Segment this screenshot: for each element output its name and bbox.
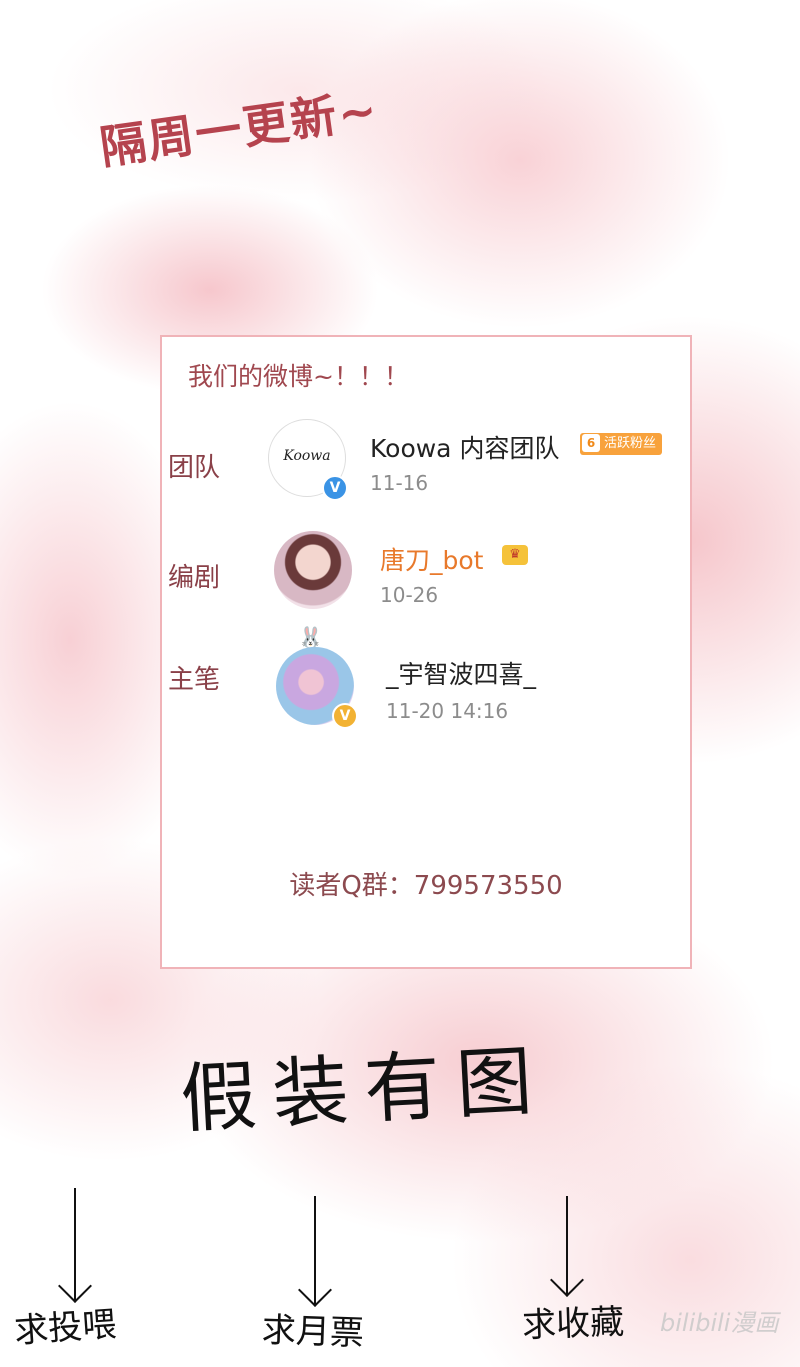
post-date: 11-16	[370, 471, 429, 495]
koowa-logo-text: Koowa	[283, 448, 331, 464]
fan-level-badge: 6 活跃粉丝	[580, 433, 663, 455]
role-label-writer: 编剧	[168, 563, 221, 593]
weibo-entry-team[interactable]: Koowa V Koowa 内容团队 11-16	[258, 405, 582, 509]
weibo-entry-writer[interactable]: 唐刀_bot ♛ 10-26	[266, 517, 548, 621]
request-feed-text: 求投喂	[12, 1304, 118, 1352]
post-date: 10-26	[380, 583, 439, 607]
weibo-account-name: Koowa 内容团队	[370, 434, 560, 463]
bilibili-manga-watermark: bilibili漫画	[660, 1309, 779, 1337]
weibo-account-name: _宇智波四喜_	[386, 660, 537, 689]
weibo-card: 我们的微博~！！！ 团队 Koowa V Koowa 内容团队 11-16 6 …	[160, 335, 692, 969]
verified-badge-icon: V	[332, 703, 358, 729]
crown-icon: ♛	[502, 545, 528, 565]
reader-qq-group: 读者Q群：799573550	[289, 871, 563, 901]
weibo-entry-artist[interactable]: 🐰 V _宇智波四喜_ 11-20 14:16	[266, 621, 550, 733]
handwritten-fake-image-text: 假装有图	[178, 1035, 551, 1144]
verified-badge-icon: V	[322, 475, 348, 501]
fan-level-number: 6	[582, 434, 600, 452]
request-favorite-text: 求收藏	[521, 1302, 625, 1346]
card-heading: 我们的微博~！！！	[188, 362, 409, 391]
bunny-icon: 🐰	[298, 625, 323, 649]
weibo-account-name: 唐刀_bot	[380, 546, 484, 575]
avatar	[274, 531, 352, 609]
role-label-artist: 主笔	[168, 665, 221, 695]
request-monthly-ticket-text: 求月票	[261, 1310, 365, 1354]
fan-level-label: 活跃粉丝	[604, 436, 657, 451]
post-date: 11-20 14:16	[386, 699, 509, 723]
role-label-team: 团队	[168, 453, 221, 483]
